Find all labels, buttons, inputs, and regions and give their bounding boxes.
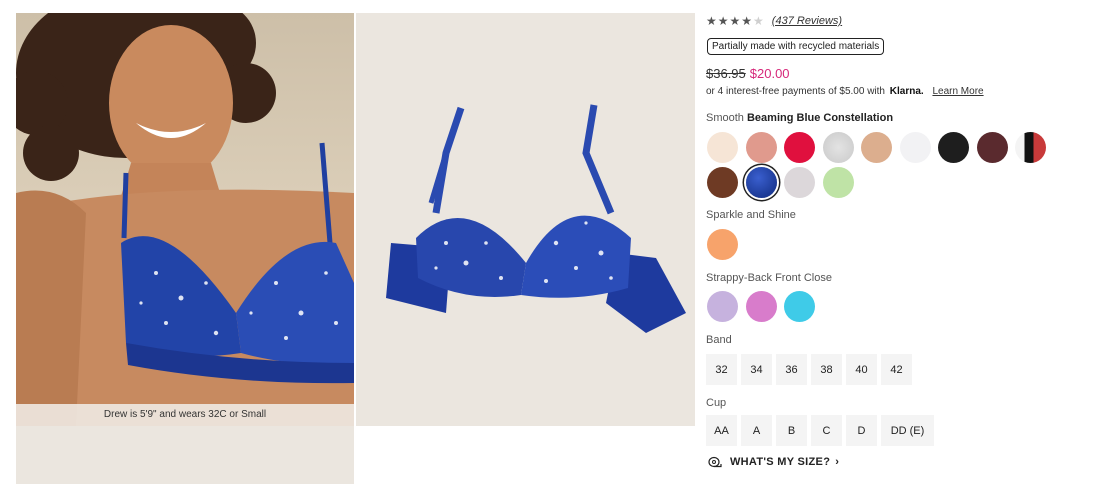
color-swatch-aqua[interactable] — [784, 291, 815, 322]
color-swatch-bare[interactable] — [707, 132, 738, 163]
star-rating: ★★★★★ — [706, 14, 765, 28]
cup-size-button[interactable]: C — [811, 415, 842, 446]
whats-my-size-link[interactable]: WHAT'S MY SIZE? › — [708, 456, 839, 468]
color-swatch-burgundy[interactable] — [976, 132, 1008, 163]
band-size-button[interactable]: 32 — [706, 354, 737, 385]
color-swatch-tan[interactable] — [861, 132, 892, 163]
cup-size-button[interactable]: AA — [706, 415, 737, 446]
cup-size-button[interactable]: A — [741, 415, 772, 446]
color-swatch-orchid[interactable] — [745, 291, 777, 322]
color-group-strappy-label: Strappy-Back Front Close — [706, 272, 832, 284]
color-swatch-beaming-blue-constellation[interactable] — [745, 167, 777, 198]
color-swatch-heather-grey[interactable] — [822, 132, 854, 163]
color-swatch-red[interactable] — [784, 132, 815, 163]
band-size-button[interactable]: 40 — [846, 354, 877, 385]
reviews-link[interactable]: (437 Reviews) — [772, 15, 842, 27]
klarna-payment-info: or 4 interest-free payments of $5.00 wit… — [706, 86, 984, 97]
band-size-button[interactable]: 34 — [741, 354, 772, 385]
product-details-panel: ★★★★★ (437 Reviews) Partially made with … — [706, 0, 1086, 484]
cup-size-button[interactable]: DD (E) — [881, 415, 934, 446]
color-swatch-mint[interactable] — [822, 167, 854, 198]
model-caption: Drew is 5'9" and wears 32C or Small — [16, 404, 354, 426]
color-swatch-black[interactable] — [938, 132, 969, 163]
cup-size-button[interactable]: D — [846, 415, 877, 446]
color-swatch-lavender[interactable] — [707, 291, 738, 322]
color-swatch-print-black[interactable] — [1015, 132, 1046, 163]
color-swatch-white[interactable] — [899, 132, 931, 163]
product-photo-3[interactable] — [16, 426, 354, 484]
recycled-materials-badge: Partially made with recycled materials — [707, 38, 885, 55]
color-swatch-brown[interactable] — [707, 167, 738, 198]
chevron-right-icon: › — [835, 456, 840, 468]
product-flat-photo[interactable] — [356, 13, 695, 426]
color-group-name: Smooth — [706, 112, 744, 124]
tape-measure-icon — [708, 456, 722, 468]
original-price: $36.95 — [706, 66, 746, 81]
klarna-text: or 4 interest-free payments of $5.00 wit… — [706, 86, 885, 97]
band-size-button[interactable]: 42 — [881, 354, 912, 385]
color-swatch-light-grey[interactable] — [784, 167, 815, 198]
band-size-button[interactable]: 38 — [811, 354, 842, 385]
cup-size-button[interactable]: B — [776, 415, 807, 446]
bra-flatlay-illustration — [386, 104, 686, 333]
band-label: Band — [706, 334, 732, 346]
klarna-logo: Klarna. — [889, 86, 924, 97]
selected-color-name: Beaming Blue Constellation — [746, 112, 894, 124]
color-swatch-orange[interactable] — [707, 229, 738, 260]
model-photo[interactable]: Drew is 5'9" and wears 32C or Small — [16, 13, 354, 426]
band-size-button[interactable]: 36 — [776, 354, 807, 385]
klarna-learn-more-link[interactable]: Learn More — [932, 86, 983, 97]
model-illustration — [16, 13, 354, 426]
whats-my-size-label: WHAT'S MY SIZE? — [730, 456, 831, 468]
cup-label: Cup — [706, 397, 727, 409]
rating-row[interactable]: ★★★★★ (437 Reviews) — [706, 14, 842, 28]
color-group-smooth-label: Smooth Beaming Blue Constellation — [706, 112, 893, 124]
color-swatch-rose[interactable] — [745, 132, 777, 163]
price: $36.95 $20.00 — [706, 66, 790, 81]
color-group-sparkle-label: Sparkle and Shine — [706, 209, 796, 221]
sale-price: $20.00 — [749, 66, 790, 81]
